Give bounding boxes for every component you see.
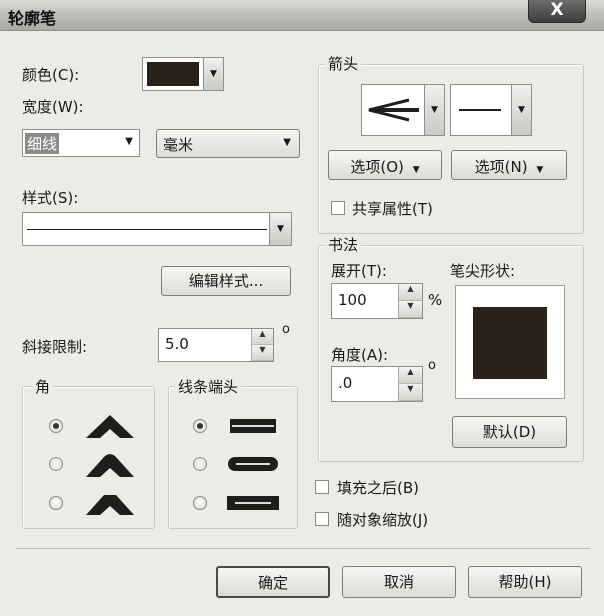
degree-symbol: o [282, 322, 290, 337]
color-swatch [147, 62, 199, 86]
color-label: 颜色(C): [22, 66, 80, 84]
spin-up-icon[interactable]: ▲ [399, 367, 422, 384]
chevron-down-icon: ▼ [536, 165, 544, 175]
default-button[interactable]: 默认(D) [452, 416, 567, 448]
start-arrow-options-button[interactable]: 选项(O) ▼ [328, 150, 442, 180]
footer-divider [16, 548, 590, 549]
corner-radio-miter[interactable] [49, 419, 63, 433]
share-attributes-label: 共享属性(T) [352, 200, 433, 218]
end-arrow-select[interactable]: ▼ [450, 84, 532, 136]
chevron-down-icon: ▼ [283, 137, 291, 148]
angle-value: .0 [338, 374, 353, 392]
spin-down-icon[interactable]: ▼ [399, 384, 422, 401]
style-label: 样式(S): [22, 189, 79, 207]
miter-limit-input[interactable]: 5.0 ▲ ▼ [158, 328, 274, 362]
edit-style-button[interactable]: 编辑样式... [161, 266, 291, 296]
title-bar [0, 0, 604, 31]
width-value: 细线 [25, 133, 60, 154]
start-arrow-select[interactable]: ▼ [361, 84, 445, 136]
arrow-head-icon [368, 98, 419, 122]
ok-button[interactable]: 确定 [216, 566, 330, 598]
corner-style-icons [86, 415, 134, 515]
chevron-down-icon: ▼ [412, 165, 420, 175]
angle-spinner[interactable]: ▲ ▼ [398, 367, 422, 401]
line-cap-radio-round[interactable] [193, 457, 207, 471]
chevron-down-icon[interactable]: ▼ [424, 85, 444, 135]
color-picker[interactable]: ▼ [142, 57, 224, 91]
stretch-label: 展开(T): [331, 262, 387, 280]
line-caps-group-title: 线条端头 [175, 376, 242, 397]
chevron-down-icon[interactable]: ▼ [269, 213, 291, 245]
miter-limit-value: 5.0 [165, 335, 189, 353]
nib-shape-preview[interactable] [455, 285, 565, 399]
spin-up-icon[interactable]: ▲ [399, 284, 422, 301]
bevel-corner-icon [86, 495, 134, 515]
calligraphy-group-title: 书法 [325, 234, 362, 255]
angle-input[interactable]: .0 ▲ ▼ [331, 366, 423, 402]
width-select[interactable]: 细线 ▼ [22, 129, 140, 157]
line-cap-icons [227, 419, 279, 510]
stretch-input[interactable]: 100 ▲ ▼ [331, 283, 423, 319]
cancel-button[interactable]: 取消 [342, 566, 456, 598]
help-button[interactable]: 帮助(H) [468, 566, 582, 598]
miter-spinner[interactable]: ▲ ▼ [251, 329, 273, 361]
options-left-label: 选项(O) [350, 158, 404, 176]
line-cap-radio-butt[interactable] [193, 419, 207, 433]
window-title: 轮廓笔 [8, 9, 57, 28]
nib-shape-label: 笔尖形状: [450, 262, 516, 280]
miter-limit-label: 斜接限制: [22, 338, 88, 356]
nib-shape-square [473, 307, 547, 379]
unit-value: 毫米 [163, 136, 194, 154]
width-label: 宽度(W): [22, 98, 84, 116]
stretch-value: 100 [338, 291, 367, 309]
spin-up-icon[interactable]: ▲ [252, 329, 273, 345]
chevron-down-icon[interactable]: ▼ [511, 85, 531, 135]
no-arrow-line-icon [459, 109, 501, 111]
corner-radio-bevel[interactable] [49, 496, 63, 510]
end-arrow-options-button[interactable]: 选项(N) ▼ [451, 150, 567, 180]
chevron-down-icon[interactable]: ▼ [203, 58, 223, 90]
behind-fill-checkbox[interactable] [315, 480, 329, 494]
line-cap-radio-square[interactable] [193, 496, 207, 510]
behind-fill-label: 填充之后(B) [337, 479, 419, 497]
spin-down-icon[interactable]: ▼ [252, 345, 273, 361]
degree-symbol: o [428, 358, 436, 373]
style-select[interactable]: ▼ [22, 212, 292, 246]
unit-select[interactable]: 毫米 ▼ [156, 129, 300, 158]
stretch-spinner[interactable]: ▲ ▼ [398, 284, 422, 318]
options-right-label: 选项(N) [474, 158, 528, 176]
corner-radio-round[interactable] [49, 457, 63, 471]
scale-with-image-checkbox[interactable] [315, 512, 329, 526]
share-attributes-checkbox[interactable] [331, 201, 345, 215]
corner-group-title: 角 [32, 376, 54, 397]
spin-down-icon[interactable]: ▼ [399, 301, 422, 318]
scale-with-image-label: 随对象缩放(J) [337, 511, 429, 529]
close-button[interactable]: X [528, 0, 586, 23]
chevron-down-icon: ▼ [125, 136, 133, 147]
miter-corner-icon [86, 415, 134, 438]
percent-label: % [428, 291, 443, 309]
round-corner-icon [86, 454, 134, 477]
arrows-group-title: 箭头 [325, 53, 362, 74]
angle-label: 角度(A): [331, 346, 389, 364]
line-style-preview [27, 229, 267, 230]
